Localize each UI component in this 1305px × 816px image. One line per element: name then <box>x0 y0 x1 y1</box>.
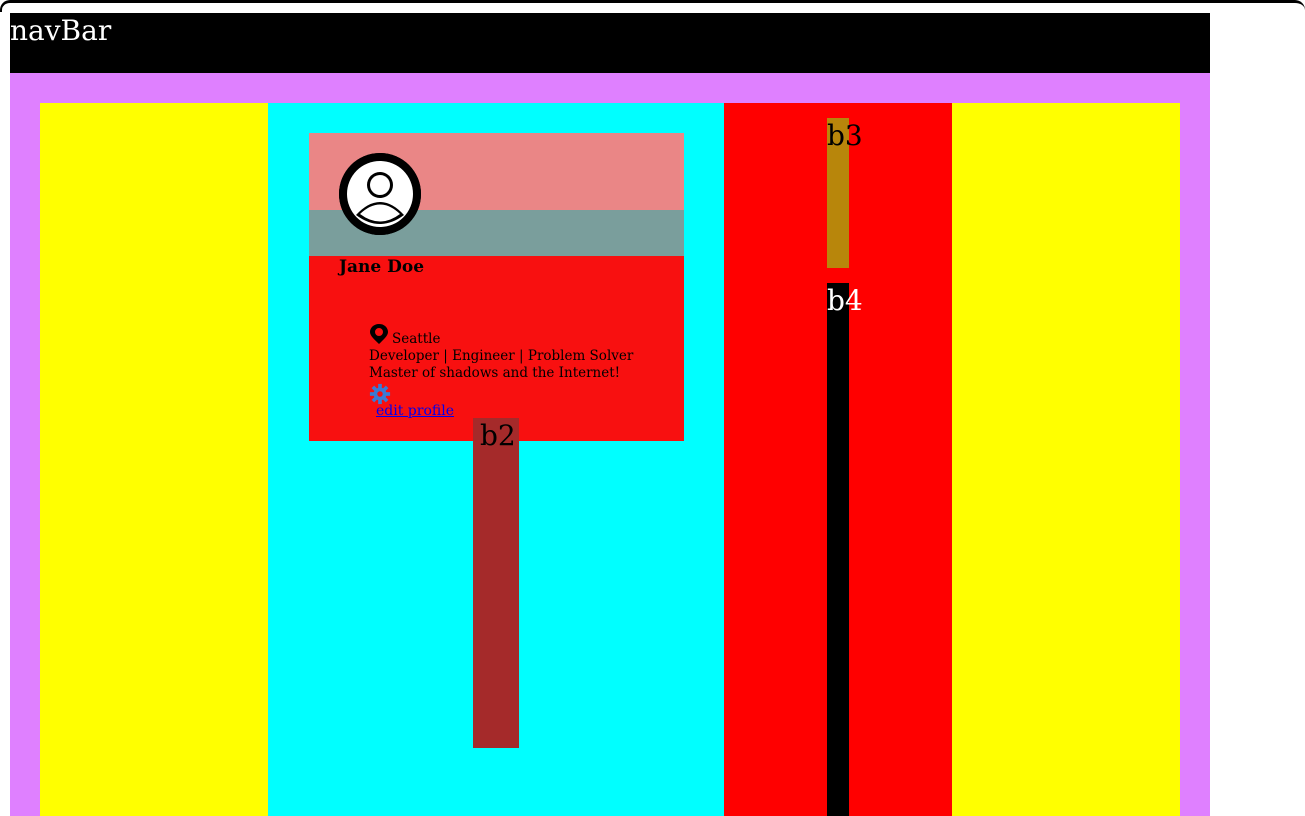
edit-profile-link[interactable]: edit profile <box>376 403 454 420</box>
box-b3-label: b3 <box>827 119 863 152</box>
user-avatar-icon <box>339 153 421 235</box>
far-right-column <box>952 103 1180 816</box>
profile-card: Jane Doe Seattle Developer | Engineer | … <box>309 133 684 441</box>
outer-container: Jane Doe Seattle Developer | Engineer | … <box>10 73 1210 816</box>
navbar-title: navBar <box>10 14 112 47</box>
location-row: Seattle <box>369 323 633 348</box>
location-text: Seattle <box>392 331 441 347</box>
left-column <box>40 103 268 816</box>
profile-name: Jane Doe <box>339 257 425 277</box>
box-b3: b3 <box>827 118 863 268</box>
box-b2-label: b2 <box>480 419 516 452</box>
profile-info: Seattle Developer | Engineer | Problem S… <box>369 323 634 419</box>
box-b2: b2 <box>473 418 519 748</box>
center-column: Jane Doe Seattle Developer | Engineer | … <box>268 103 724 816</box>
window-frame <box>0 0 1305 12</box>
box-b4: b4 <box>827 283 863 816</box>
roles-text: Developer | Engineer | Problem Solver <box>369 348 634 364</box>
box-b4-label: b4 <box>827 284 863 317</box>
right-column: b3 b4 <box>724 103 952 816</box>
gear-icon[interactable] <box>369 383 391 405</box>
navbar: navBar <box>10 13 1210 73</box>
bio-text: Master of shadows and the Internet! <box>369 365 621 381</box>
map-pin-icon <box>370 324 388 344</box>
